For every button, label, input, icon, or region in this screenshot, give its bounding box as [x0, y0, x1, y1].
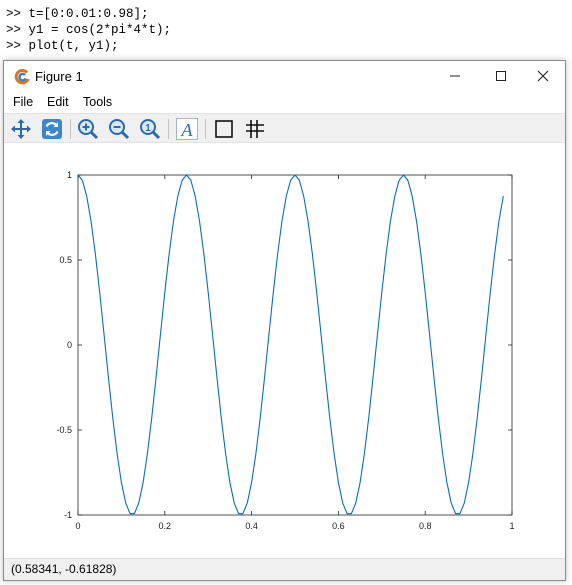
- axes-box-button[interactable]: [212, 117, 236, 141]
- menu-bar: File Edit Tools: [4, 91, 565, 113]
- grid-button[interactable]: [243, 117, 267, 141]
- zoom-out-button[interactable]: [107, 117, 131, 141]
- grid-icon: [246, 120, 264, 138]
- close-icon: [537, 70, 549, 82]
- axes-box: [77, 174, 513, 516]
- y-tick-label: 0: [67, 340, 72, 350]
- toolbar-separator: [70, 119, 71, 139]
- maximize-button[interactable]: [478, 61, 524, 91]
- axes-box-icon: [215, 120, 233, 138]
- y-tick-label: 1: [67, 170, 72, 180]
- menu-tools[interactable]: Tools: [83, 95, 112, 109]
- menu-file[interactable]: File: [13, 95, 33, 109]
- text-tool-label: A: [181, 120, 194, 140]
- pointer-coordinates: (0.58341, -0.61828): [11, 562, 117, 576]
- text-tool-button[interactable]: A: [175, 117, 199, 141]
- zoom-in-button[interactable]: [76, 117, 100, 141]
- pan-icon: [11, 119, 31, 139]
- toolbar-separator: [205, 119, 206, 139]
- x-tick-label: 0.4: [245, 521, 258, 531]
- command-line: >> y1 = cos(2*pi*4*t);: [6, 23, 172, 37]
- zoom-reset-label: 1: [145, 123, 151, 134]
- toolbar-separator: [168, 119, 169, 139]
- minimize-button[interactable]: [432, 61, 478, 91]
- line-chart[interactable]: 0 0.2 0.4 0.6 0.8 1 1 0.5 0 -0.5 -1: [4, 143, 565, 558]
- figure-window: Figure 1 File Edit Tools 1 A 0 0.2 0.4 0…: [3, 60, 566, 581]
- x-tick-label: 0.8: [419, 521, 432, 531]
- y-tick-label: -1: [64, 510, 72, 520]
- y-tick-label: -0.5: [56, 425, 72, 435]
- minimize-icon: [450, 75, 460, 77]
- close-button[interactable]: [520, 61, 566, 91]
- y-tick-label: 0.5: [59, 255, 72, 265]
- x-tick-label: 1: [509, 521, 514, 531]
- rotate-icon: [42, 119, 62, 139]
- zoom-reset-icon: 1: [140, 119, 161, 140]
- octave-logo-icon: [13, 68, 31, 86]
- command-window: >> t=[0:0.01:0.98]; >> y1 = cos(2*pi*4*t…: [0, 0, 572, 60]
- window-title: Figure 1: [35, 69, 83, 84]
- series-line: [77, 174, 504, 515]
- menu-edit[interactable]: Edit: [47, 95, 69, 109]
- zoom-out-icon: [109, 119, 130, 140]
- pan-button[interactable]: [9, 117, 33, 141]
- text-icon: A: [176, 118, 198, 140]
- status-bar: (0.58341, -0.61828): [4, 558, 565, 580]
- rotate-button[interactable]: [40, 117, 64, 141]
- title-bar[interactable]: Figure 1: [4, 61, 565, 91]
- x-tick-label: 0.6: [332, 521, 345, 531]
- x-tick-label: 0: [75, 521, 80, 531]
- command-line: >> t=[0:0.01:0.98];: [6, 7, 149, 21]
- plot-area[interactable]: 0 0.2 0.4 0.6 0.8 1 1 0.5 0 -0.5 -1: [4, 143, 565, 558]
- x-tick-label: 0.2: [159, 521, 172, 531]
- zoom-in-icon: [78, 119, 99, 140]
- zoom-reset-button[interactable]: 1: [138, 117, 162, 141]
- maximize-icon: [496, 71, 506, 81]
- figure-toolbar: 1 A: [4, 113, 565, 143]
- command-line: >> plot(t, y1);: [6, 39, 119, 53]
